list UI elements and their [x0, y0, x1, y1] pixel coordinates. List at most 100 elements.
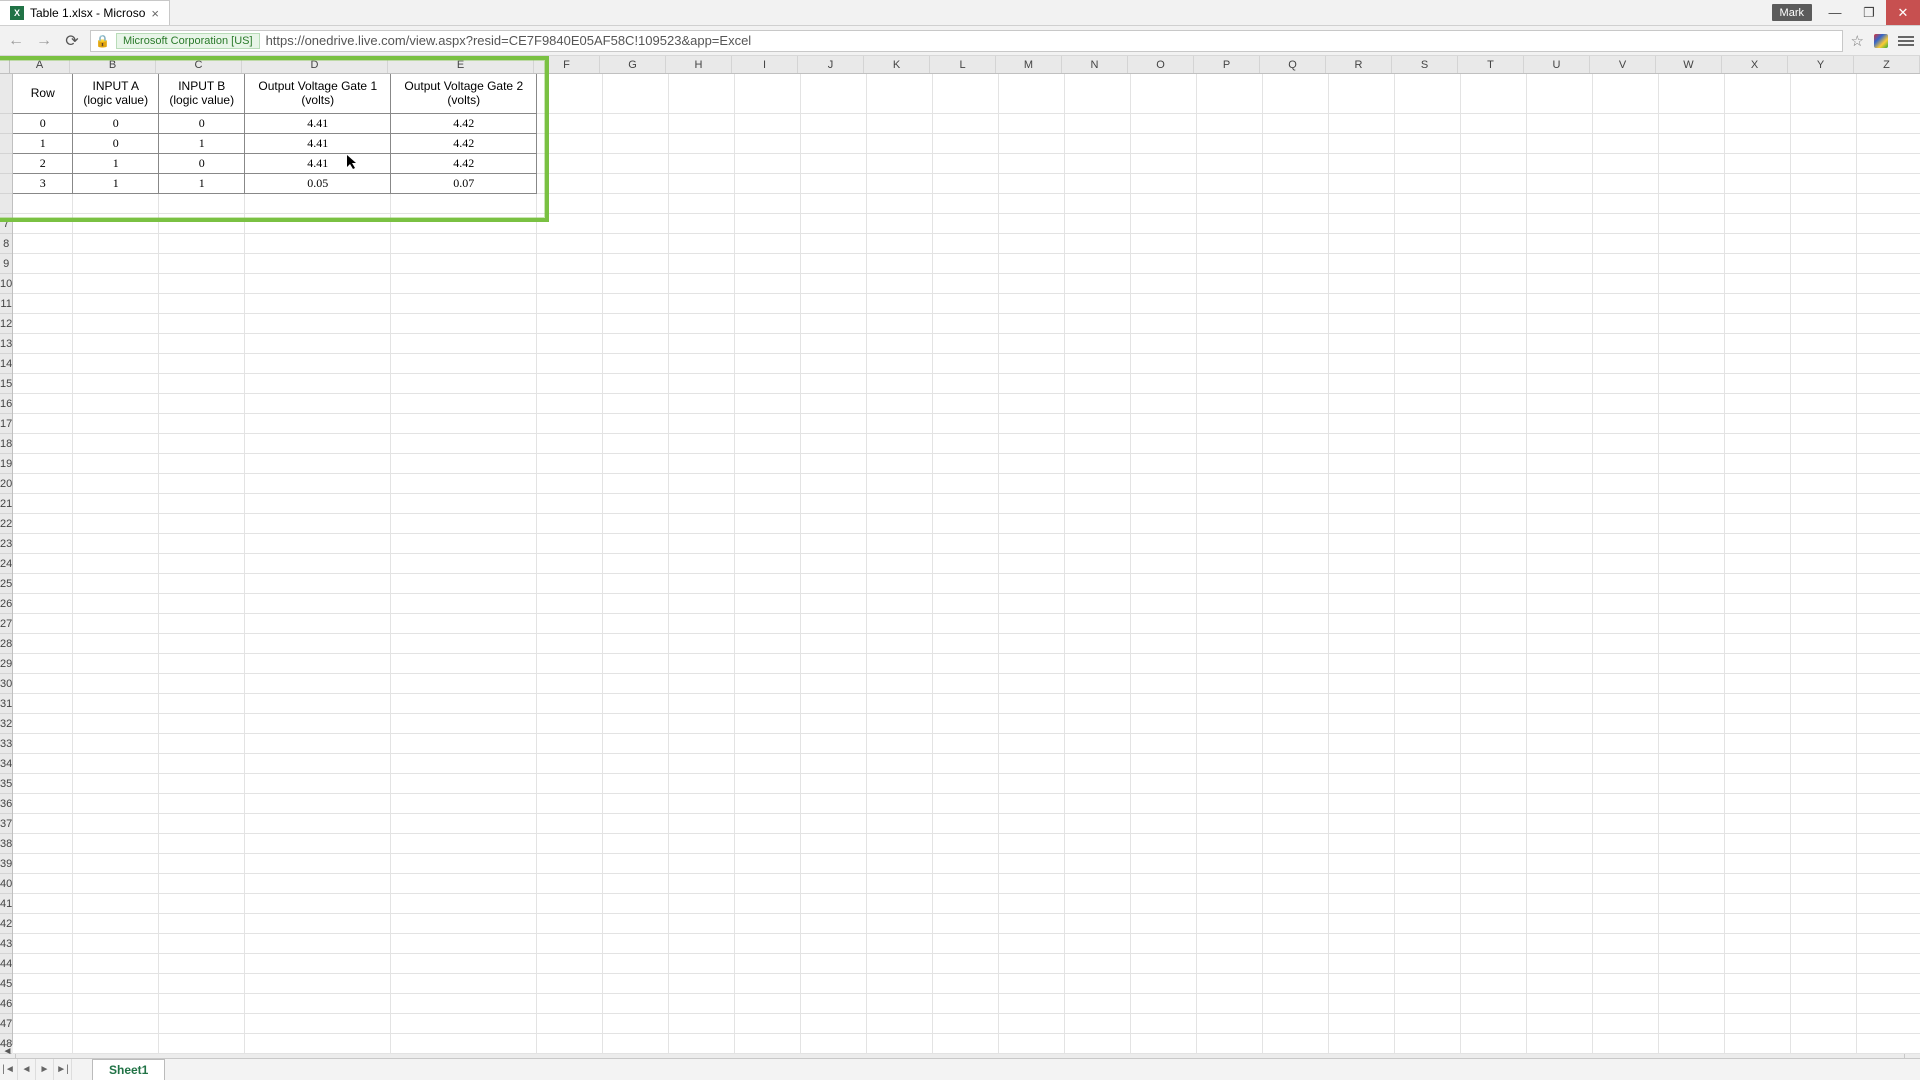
cell[interactable]	[1329, 574, 1395, 594]
cell[interactable]	[999, 74, 1065, 114]
cell[interactable]	[537, 114, 603, 134]
cell[interactable]	[867, 914, 933, 934]
cell[interactable]	[1857, 354, 1920, 374]
cell[interactable]	[13, 214, 73, 234]
cell[interactable]	[1659, 254, 1725, 274]
cell[interactable]	[735, 214, 801, 234]
cell[interactable]	[999, 134, 1065, 154]
cell[interactable]	[537, 314, 603, 334]
cell[interactable]	[1725, 314, 1791, 334]
cell[interactable]	[1857, 274, 1920, 294]
cell[interactable]	[867, 134, 933, 154]
cell[interactable]	[245, 1034, 391, 1054]
cell[interactable]	[1395, 394, 1461, 414]
cell[interactable]	[1791, 634, 1857, 654]
cell[interactable]	[1131, 294, 1197, 314]
cell[interactable]	[1131, 994, 1197, 1014]
cell[interactable]	[801, 714, 867, 734]
cell[interactable]	[1593, 794, 1659, 814]
cell[interactable]: 4.42	[391, 114, 537, 134]
cell[interactable]	[1461, 74, 1527, 114]
cell[interactable]	[669, 394, 735, 414]
cell[interactable]	[391, 794, 537, 814]
cell[interactable]	[1131, 894, 1197, 914]
cell[interactable]	[159, 234, 245, 254]
cell[interactable]	[1659, 954, 1725, 974]
cell[interactable]	[1593, 354, 1659, 374]
cell[interactable]	[603, 874, 669, 894]
cell[interactable]	[1329, 354, 1395, 374]
cell[interactable]	[1593, 494, 1659, 514]
row-header[interactable]: 20	[0, 474, 12, 494]
cell[interactable]	[1329, 134, 1395, 154]
row-header[interactable]: 27	[0, 614, 12, 634]
cell[interactable]	[1329, 334, 1395, 354]
cell[interactable]	[1131, 594, 1197, 614]
cell[interactable]	[1263, 1014, 1329, 1034]
cell[interactable]	[1791, 154, 1857, 174]
cell[interactable]	[867, 474, 933, 494]
cell[interactable]	[1395, 134, 1461, 154]
cell[interactable]	[603, 714, 669, 734]
cell[interactable]	[1395, 174, 1461, 194]
cell[interactable]	[1065, 374, 1131, 394]
cell[interactable]	[1197, 614, 1263, 634]
cell[interactable]	[1857, 474, 1920, 494]
cell[interactable]	[1593, 874, 1659, 894]
cell[interactable]	[1857, 394, 1920, 414]
cell[interactable]	[1197, 194, 1263, 214]
cell[interactable]	[1263, 394, 1329, 414]
cell[interactable]	[867, 154, 933, 174]
cell[interactable]	[1263, 574, 1329, 594]
cell[interactable]	[1461, 194, 1527, 214]
cell[interactable]	[999, 594, 1065, 614]
cell[interactable]	[159, 754, 245, 774]
cell[interactable]	[669, 534, 735, 554]
cell[interactable]	[1857, 234, 1920, 254]
cell[interactable]	[801, 494, 867, 514]
cell[interactable]	[735, 134, 801, 154]
cell[interactable]: 3	[13, 174, 73, 194]
cell[interactable]	[801, 674, 867, 694]
cell[interactable]	[73, 874, 159, 894]
cell[interactable]	[1197, 734, 1263, 754]
cell[interactable]	[1131, 234, 1197, 254]
cell[interactable]	[1395, 114, 1461, 134]
cell[interactable]	[1857, 74, 1920, 114]
cell[interactable]	[1329, 394, 1395, 414]
cell[interactable]	[1065, 594, 1131, 614]
cell[interactable]	[1197, 974, 1263, 994]
cell[interactable]	[159, 894, 245, 914]
cell[interactable]	[1857, 754, 1920, 774]
cell[interactable]	[1197, 894, 1263, 914]
cell[interactable]	[1263, 454, 1329, 474]
cell[interactable]	[933, 994, 999, 1014]
cell[interactable]	[1593, 334, 1659, 354]
cell[interactable]	[1131, 754, 1197, 774]
cell[interactable]	[1857, 214, 1920, 234]
cell[interactable]	[1857, 194, 1920, 214]
cell[interactable]	[1263, 174, 1329, 194]
cell[interactable]: 1	[13, 134, 73, 154]
cell[interactable]	[669, 254, 735, 274]
cell[interactable]	[1197, 74, 1263, 114]
cell[interactable]	[537, 474, 603, 494]
cell[interactable]	[1131, 254, 1197, 274]
cell[interactable]	[1263, 334, 1329, 354]
cell[interactable]	[867, 714, 933, 734]
cell[interactable]	[933, 274, 999, 294]
cell[interactable]	[1725, 854, 1791, 874]
cell[interactable]	[1263, 774, 1329, 794]
row-header[interactable]: 45	[0, 974, 12, 994]
cell[interactable]	[1791, 734, 1857, 754]
cell[interactable]	[1593, 654, 1659, 674]
cell[interactable]	[1527, 714, 1593, 734]
cell[interactable]	[801, 234, 867, 254]
cell[interactable]	[1725, 694, 1791, 714]
sheet-nav-prev[interactable]: ◄	[18, 1059, 36, 1080]
cell[interactable]	[1527, 734, 1593, 754]
cell[interactable]	[1593, 434, 1659, 454]
cell[interactable]	[867, 674, 933, 694]
cell[interactable]	[1197, 134, 1263, 154]
cell[interactable]	[1263, 794, 1329, 814]
